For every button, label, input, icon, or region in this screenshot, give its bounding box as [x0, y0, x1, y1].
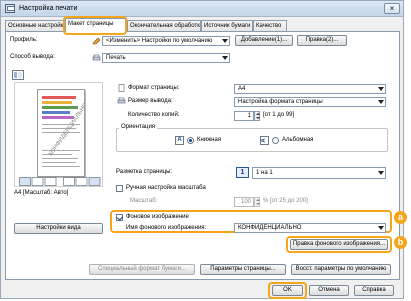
page-format-icon — [117, 84, 126, 92]
landscape-radio[interactable] — [272, 137, 279, 144]
printer-icon — [5, 4, 15, 13]
output-size-icon — [117, 97, 126, 105]
landscape-label: Альбомная — [282, 137, 314, 143]
output-method-label: Способ вывода: — [10, 54, 55, 60]
profile-value: <Изменить> Настройки по умолчанию — [106, 38, 213, 44]
preview-bar-purple — [42, 116, 74, 119]
preview-text-line — [42, 158, 78, 159]
watermark-name-select[interactable]: КОНФИДЕНЦИАЛЬНО — [234, 223, 386, 233]
printer-small-icon — [92, 54, 101, 62]
profile-select[interactable]: <Изменить> Настройки по умолчанию — [102, 36, 230, 46]
page-format-select[interactable]: A4 — [234, 84, 386, 94]
page-options-button[interactable]: Параметры страницы... — [200, 264, 286, 275]
print-settings-window: Настройка печати × Основные настройки Ма… — [0, 0, 404, 299]
preview-toolbar-right[interactable] — [63, 177, 101, 186]
tab-strip: Основные настройки Макет страницы Оконча… — [5, 16, 400, 35]
portrait-radio[interactable] — [187, 137, 194, 144]
add-profile-button[interactable]: Добавление(1)... — [235, 35, 293, 46]
orientation-group — [116, 128, 388, 152]
scale-spinner[interactable] — [254, 197, 260, 207]
tab-panel: Профиль: <Изменить> Настройки по умолчан… — [5, 31, 400, 280]
page-layout-icon: 1 — [236, 167, 249, 178]
output-size-label: Размер вывода: — [128, 98, 173, 104]
preview-text-line — [42, 132, 80, 133]
watermark-checkbox-label: Фоновое изображение — [126, 214, 189, 220]
edit-watermark-button[interactable]: Правка фонового изображения... — [290, 239, 388, 250]
preview-mode-icon[interactable] — [12, 70, 24, 80]
page-format-label: Формат страницы: — [128, 85, 180, 91]
manual-scale-label: Ручная настройка масштаба — [126, 185, 206, 191]
scale-range: % [от 25 до 200] — [263, 198, 308, 204]
chevron-down-icon — [378, 171, 384, 175]
page-preview: КОНФИДЕНЦИАЛЬНО — [14, 82, 103, 187]
scale-label: Масштаб: — [130, 198, 158, 204]
copies-label: Количество копий: — [128, 112, 180, 118]
page-layout-label: Разметка страницы: — [116, 169, 173, 175]
copies-spinner[interactable] — [254, 111, 260, 121]
view-settings-button[interactable]: Настройки вида — [14, 223, 103, 234]
page-layout-value: 1 на 1 — [256, 170, 273, 176]
page-format-value: A4 — [238, 86, 246, 92]
preview-bar-blue — [42, 111, 70, 114]
output-size-value: Настройка формата страницы — [238, 99, 323, 105]
callout-a: a — [394, 211, 407, 224]
tab-highlight-frame — [63, 16, 127, 35]
output-method-select[interactable]: Печать — [102, 53, 230, 63]
chevron-down-icon — [222, 56, 228, 60]
scale-input[interactable]: 100 — [234, 197, 254, 207]
watermark-name-label: Имя фонового изображения: — [126, 225, 207, 231]
preview-caption: A4 [Масштаб: Авто] — [14, 190, 69, 196]
callout-b: b — [394, 236, 407, 249]
chevron-down-icon — [378, 87, 384, 91]
special-paper-format-button[interactable]: Специальный формат бумаги... — [89, 264, 195, 275]
chevron-down-icon — [378, 226, 384, 230]
chevron-down-icon — [222, 39, 228, 43]
watermark-name-value: КОНФИДЕНЦИАЛЬНО — [238, 225, 302, 231]
preview-bar-red — [42, 96, 76, 99]
preview-bar-yellow — [42, 101, 72, 104]
preview-text-line — [42, 154, 72, 155]
edit-profile-button[interactable]: Правка(2)... — [297, 35, 347, 46]
restore-defaults-button[interactable]: Восст. параметры по умолчанию — [291, 264, 391, 275]
page-layout-select[interactable]: 1 на 1 — [252, 167, 386, 179]
preview-paper: КОНФИДЕНЦИАЛЬНО — [37, 89, 85, 177]
copies-range: [от 1 до 99] — [263, 112, 295, 118]
preview-text-line — [42, 166, 80, 167]
preview-text-line — [42, 162, 76, 163]
profile-label: Профиль: — [10, 37, 38, 43]
copies-input[interactable]: 1 — [234, 111, 254, 121]
preview-toolbar-left[interactable] — [19, 177, 57, 186]
portrait-label: Книжная — [197, 137, 222, 143]
portrait-icon: A — [175, 136, 184, 145]
orientation-title: Ориентация — [119, 124, 158, 130]
output-size-select[interactable]: Настройка формата страницы — [234, 97, 386, 107]
preview-text-line — [42, 150, 80, 151]
help-button[interactable]: Справка — [354, 285, 394, 296]
output-method-value: Печать — [106, 55, 126, 61]
landscape-icon: A — [260, 136, 269, 145]
ok-button[interactable]: OK — [272, 285, 303, 296]
pencil-icon — [92, 37, 101, 45]
watermark-checkbox[interactable] — [116, 214, 123, 221]
preview-bar-green — [42, 106, 78, 109]
close-button[interactable]: × — [384, 3, 400, 14]
chevron-down-icon — [378, 100, 384, 104]
title-bar: Настройка печати × — [1, 1, 403, 17]
manual-scale-checkbox[interactable] — [116, 185, 123, 192]
cancel-button[interactable]: Отмена — [309, 285, 349, 296]
window-title: Настройка печати — [19, 5, 78, 12]
